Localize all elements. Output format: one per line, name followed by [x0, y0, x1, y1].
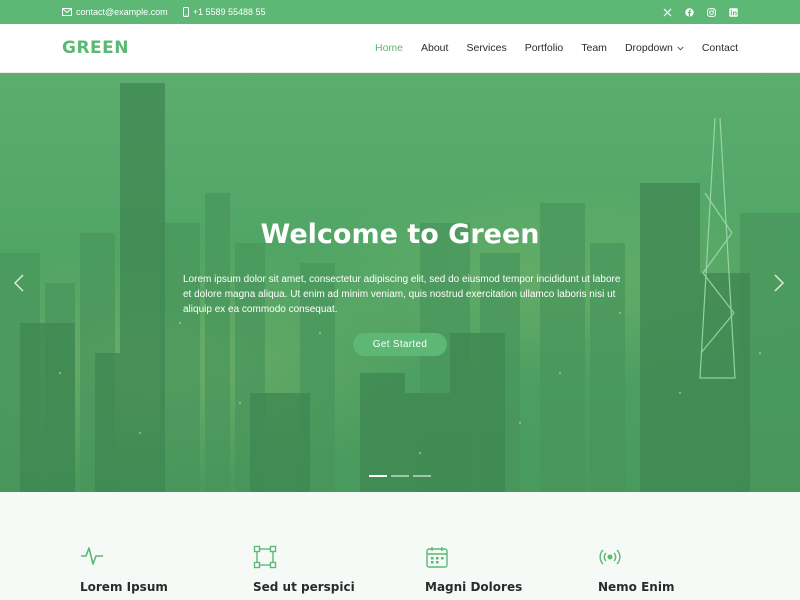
broadcast-icon — [598, 545, 748, 569]
phone-link[interactable]: +1 5589 55488 55 — [182, 7, 266, 17]
nav-item-services[interactable]: Services — [466, 42, 506, 54]
feature-card[interactable]: Magni Dolores — [425, 545, 575, 594]
bounding-box-icon — [253, 545, 403, 569]
hero-carousel: Welcome to Green Lorem ipsum dolor sit a… — [0, 73, 800, 492]
carousel-indicator[interactable] — [391, 475, 409, 477]
nav-item-portfolio[interactable]: Portfolio — [525, 42, 564, 54]
phone-text: +1 5589 55488 55 — [192, 7, 266, 17]
carousel-indicators — [369, 475, 431, 477]
feature-card[interactable]: Lorem Ipsum — [80, 545, 230, 594]
nav-item-home[interactable]: Home — [375, 42, 403, 54]
feature-title: Magni Dolores — [425, 580, 523, 594]
nav-label: Contact — [701, 42, 738, 54]
contact-info: contact@example.com +1 5589 55488 55 — [62, 7, 266, 17]
site-header: GREEN Home About Services Portfolio Team… — [0, 24, 800, 73]
nav-item-dropdown[interactable]: Dropdown — [625, 42, 684, 54]
nav-label: About — [421, 42, 449, 54]
facebook-icon[interactable] — [685, 7, 694, 17]
feature-card[interactable]: Sed ut perspici — [253, 545, 403, 594]
nav-item-about[interactable]: About — [421, 42, 448, 54]
main-nav: Home About Services Portfolio Team Dropd… — [357, 42, 738, 54]
carousel-indicator[interactable] — [369, 475, 387, 477]
nav-label: Team — [581, 42, 607, 54]
feature-title: Sed ut perspici — [253, 580, 355, 594]
hero-title: Welcome to Green — [260, 219, 540, 250]
logo[interactable]: GREEN — [62, 38, 129, 58]
x-icon[interactable] — [663, 8, 672, 17]
carousel-next-icon[interactable] — [773, 273, 785, 298]
top-bar: contact@example.com +1 5589 55488 55 — [0, 0, 800, 24]
phone-icon — [182, 7, 189, 17]
feature-title: Nemo Enim — [598, 580, 675, 594]
hero-description: Lorem ipsum dolor sit amet, consectetur … — [183, 274, 621, 315]
nav-label: Home — [374, 42, 403, 54]
envelope-icon — [62, 8, 72, 16]
activity-icon — [80, 545, 230, 569]
feature-title: Lorem Ipsum — [80, 580, 168, 594]
features-section: Lorem Ipsum Sed ut perspici Magni Dolore… — [0, 492, 800, 600]
carousel-prev-icon[interactable] — [13, 273, 25, 298]
nav-item-contact[interactable]: Contact — [702, 42, 738, 54]
instagram-icon[interactable] — [707, 7, 716, 17]
nav-label: Dropdown — [624, 42, 673, 54]
linkedin-icon[interactable] — [729, 7, 738, 17]
nav-item-team[interactable]: Team — [581, 42, 607, 54]
email-text: contact@example.com — [76, 7, 168, 17]
social-links — [663, 7, 738, 17]
nav-label: Services — [466, 42, 507, 54]
carousel-indicator[interactable] — [413, 475, 431, 477]
get-started-button[interactable]: Get Started — [353, 333, 447, 356]
email-link[interactable]: contact@example.com — [62, 7, 168, 17]
feature-card[interactable]: Nemo Enim — [598, 545, 748, 594]
nav-label: Portfolio — [524, 42, 564, 54]
calendar-icon — [425, 545, 575, 569]
chevron-down-icon — [677, 42, 684, 54]
